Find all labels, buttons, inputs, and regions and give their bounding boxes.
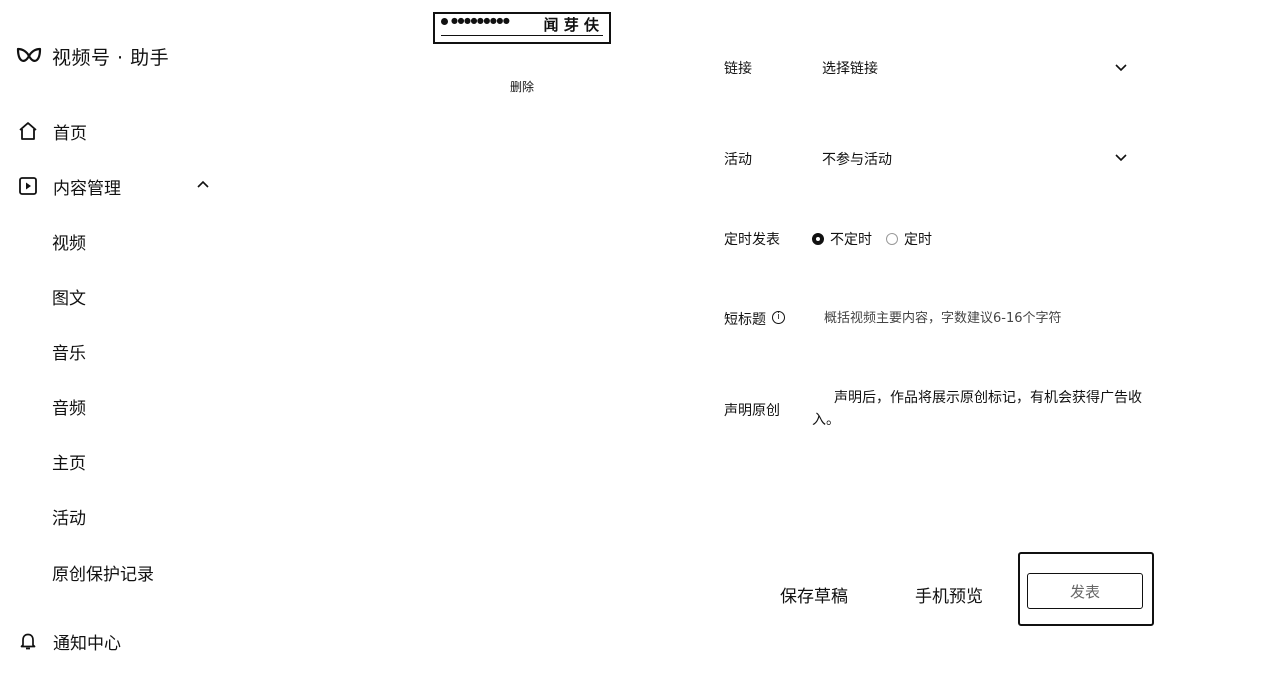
channels-logo-icon [16, 45, 42, 67]
link-label: 链接 [724, 61, 752, 77]
save-draft-button[interactable]: 保存草稿 [780, 582, 848, 607]
thumbnail-divider [441, 35, 603, 36]
thumbnail-title: 闻 芽 伕 [543, 16, 599, 34]
sidebar-subitem-video[interactable]: 视频 [52, 226, 86, 256]
brand: 视频号 · 助手 [16, 40, 169, 72]
thumbnail-caption: ●●●●●●●●● [451, 16, 510, 25]
play-square-icon [16, 174, 40, 198]
sidebar-item-label: 首页 [53, 123, 87, 144]
sidebar-subitem-original-protection[interactable]: 原创保护记录 [52, 557, 154, 587]
radio-label[interactable]: 不定时 [830, 229, 872, 249]
app-title: 视频号 · 助手 [52, 46, 170, 69]
link-select[interactable]: 选择链接 [822, 58, 878, 78]
thumbnail-dot [441, 18, 448, 25]
activity-select[interactable]: 不参与活动 [822, 149, 892, 169]
phone-preview-button[interactable]: 手机预览 [915, 582, 983, 607]
publish-button[interactable]: 发表 [1027, 573, 1143, 609]
sidebar-item-label: 内容管理 [53, 178, 121, 199]
delete-cover-button[interactable]: 删除 [510, 78, 534, 95]
sidebar-subitem-audio[interactable]: 音频 [52, 391, 86, 421]
short-title-label: 短标题 [724, 312, 766, 328]
schedule-label: 定时发表 [724, 232, 780, 248]
schedule-radio-group: 不定时 定时 [812, 229, 946, 249]
sidebar-subitem-music[interactable]: 音乐 [52, 336, 86, 366]
chevron-up-icon[interactable] [194, 176, 212, 194]
sidebar-subitem-image-text[interactable]: 图文 [52, 281, 86, 311]
cover-thumbnail[interactable]: ●●●●●●●●● 闻 芽 伕 [433, 12, 611, 44]
sidebar-subitem-activity[interactable]: 活动 [52, 501, 86, 531]
publish-highlight: 发表 [1018, 552, 1154, 626]
radio-label[interactable]: 定时 [904, 229, 932, 249]
radio-scheduled[interactable] [886, 233, 898, 245]
declare-original-label: 声明原创 [724, 403, 780, 419]
short-title-input[interactable]: 概括视频主要内容，字数建议6-16个字符 [824, 307, 1144, 326]
chevron-down-icon[interactable] [1112, 148, 1130, 166]
info-icon[interactable]: i [772, 311, 785, 324]
sidebar-item-home[interactable]: 首页 [16, 116, 87, 146]
radio-not-scheduled[interactable] [812, 233, 824, 245]
chevron-down-icon[interactable] [1112, 58, 1130, 76]
declare-original-description[interactable]: 声明后，作品将展示原创标记，有机会获得广告收入。 [812, 387, 1150, 431]
sidebar-subitem-homepage[interactable]: 主页 [52, 446, 86, 476]
activity-label: 活动 [724, 152, 752, 168]
sidebar-item-content-management[interactable]: 内容管理 [16, 171, 121, 201]
home-icon [16, 119, 40, 143]
sidebar-item-label: 通知中心 [53, 633, 121, 654]
sidebar-item-notifications[interactable]: 通知中心 [16, 626, 121, 656]
bell-icon [16, 629, 40, 653]
